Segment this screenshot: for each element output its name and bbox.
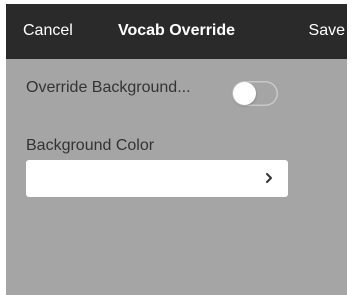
page-title: Vocab Override <box>117 22 236 39</box>
save-button[interactable]: Save <box>309 22 345 40</box>
settings-panel: Override Background... Background Color <box>6 59 347 295</box>
background-color-label: Background Color <box>26 137 155 154</box>
nav-bar: Cancel Vocab Override Save <box>6 4 347 59</box>
override-background-label: Override Background... <box>26 79 191 96</box>
toggle-knob <box>233 82 256 105</box>
override-background-toggle[interactable] <box>232 81 278 106</box>
background-color-field[interactable] <box>26 160 288 197</box>
chevron-right-icon <box>266 173 272 183</box>
